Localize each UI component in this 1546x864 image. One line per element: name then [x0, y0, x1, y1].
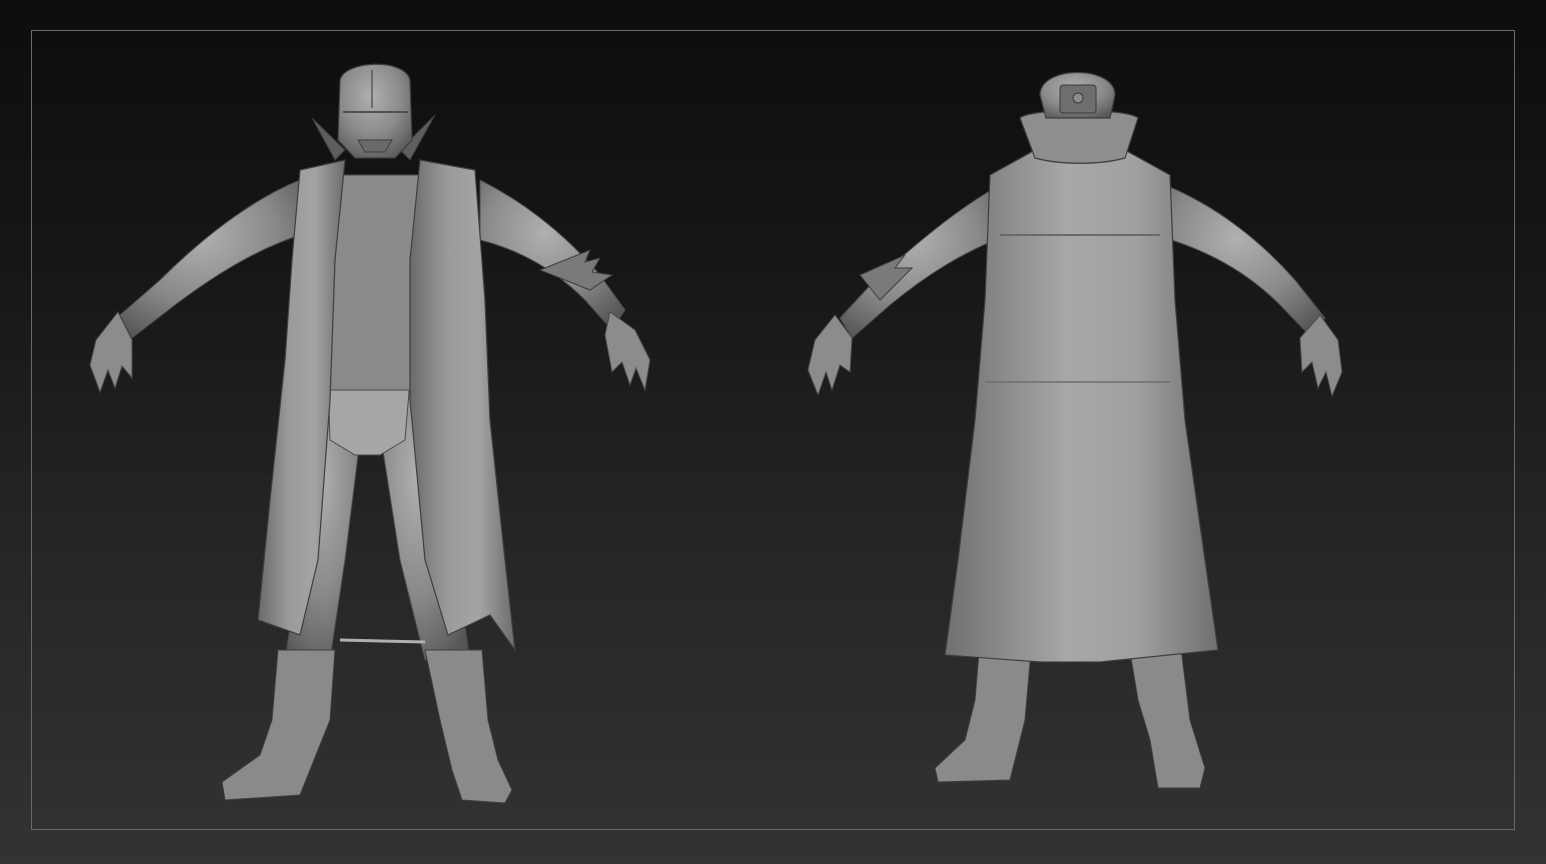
- sculpt-viewport: [0, 0, 1546, 864]
- render-frame-border: [31, 30, 1515, 830]
